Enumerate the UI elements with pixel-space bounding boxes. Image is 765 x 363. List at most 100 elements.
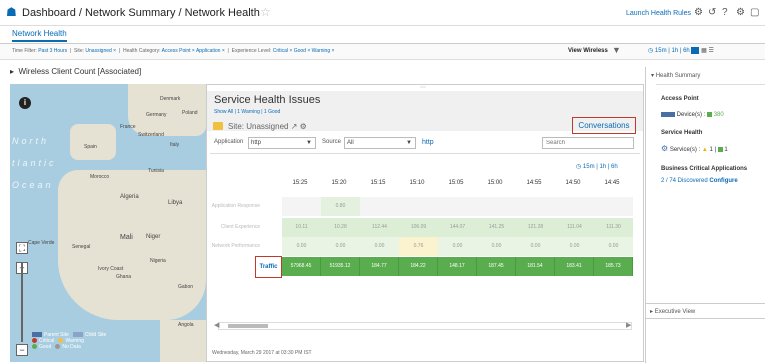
application-select[interactable]: http ▼ bbox=[248, 137, 316, 149]
health-cell[interactable] bbox=[282, 197, 321, 216]
traffic-cell[interactable]: 148.17 bbox=[438, 257, 477, 276]
health-cell[interactable]: 10.28 bbox=[321, 218, 360, 237]
experience-good[interactable]: Good × bbox=[294, 48, 311, 54]
traffic-cell[interactable]: 51935.12 bbox=[321, 257, 360, 276]
services-gear-icon: ⚙ bbox=[661, 144, 669, 153]
time-range-selector[interactable]: ◷ 15m | 1h | 6h bbox=[576, 163, 618, 170]
time-range-options[interactable]: 15m | 1h | 6h bbox=[583, 164, 618, 170]
health-cell[interactable] bbox=[438, 197, 477, 216]
clock-icon: ◷ bbox=[648, 48, 654, 55]
gear-icon[interactable]: ⚙ bbox=[694, 7, 703, 18]
help-icon[interactable]: ? bbox=[722, 7, 728, 18]
health-cell[interactable]: 111.04 bbox=[555, 218, 594, 237]
zoom-out-button[interactable]: − bbox=[16, 344, 28, 356]
time-range-6h[interactable]: 6h bbox=[683, 48, 690, 54]
health-cell[interactable] bbox=[399, 197, 438, 216]
traffic-cell[interactable]: 184.22 bbox=[399, 257, 438, 276]
configure-link[interactable]: Configure bbox=[709, 178, 737, 184]
health-cell[interactable]: 10.11 bbox=[282, 218, 321, 237]
health-cell[interactable]: 0.00 bbox=[360, 237, 399, 256]
executive-view-toggle[interactable]: ▸ Executive View bbox=[650, 308, 695, 315]
health-cell[interactable] bbox=[516, 197, 555, 216]
site-filter-value[interactable]: Unassigned × bbox=[85, 48, 116, 54]
view-wireless-button[interactable]: View Wireless bbox=[568, 48, 608, 54]
external-link-icon[interactable]: ↗ bbox=[291, 122, 298, 131]
time-range-1h[interactable]: 1h bbox=[672, 48, 679, 54]
child-site-swatch bbox=[72, 332, 83, 338]
health-cell[interactable] bbox=[555, 197, 594, 216]
experience-critical[interactable]: Critical × bbox=[273, 48, 293, 54]
scroll-right-icon[interactable]: ▶ bbox=[626, 321, 631, 329]
health-cell[interactable]: 0.80 bbox=[321, 197, 360, 216]
health-cell[interactable]: 141.25 bbox=[477, 218, 516, 237]
scroll-left-icon[interactable]: ◀ bbox=[214, 321, 219, 329]
source-select[interactable]: All ▼ bbox=[344, 137, 416, 149]
calendar-icon[interactable] bbox=[691, 47, 700, 54]
health-cell[interactable]: 0.76 bbox=[399, 237, 438, 256]
health-cell[interactable] bbox=[477, 197, 516, 216]
wireless-client-count-toggle[interactable]: ▸ Wireless Client Count [Associated] bbox=[10, 67, 141, 76]
traffic-cell[interactable]: 183.41 bbox=[555, 257, 594, 276]
window-icon[interactable]: ▢ bbox=[750, 7, 759, 18]
health-cell[interactable] bbox=[360, 197, 399, 216]
health-cell[interactable] bbox=[594, 197, 633, 216]
health-cell[interactable]: 121.28 bbox=[516, 218, 555, 237]
refresh-icon[interactable]: ↺ bbox=[708, 7, 716, 18]
warning-swatch bbox=[58, 338, 64, 344]
horizontal-scrollbar[interactable] bbox=[218, 322, 632, 330]
launch-health-rules-link[interactable]: Launch Health Rules bbox=[626, 10, 691, 17]
zoom-slider[interactable] bbox=[21, 262, 23, 342]
health-cell[interactable]: 0.00 bbox=[321, 237, 360, 256]
filter-icon[interactable]: ▼ bbox=[612, 45, 621, 55]
list-view-icon[interactable]: ☰ bbox=[708, 48, 713, 54]
favorite-star-icon[interactable]: ☆ bbox=[260, 5, 271, 19]
http-link[interactable]: http bbox=[422, 139, 434, 146]
health-cell[interactable]: 0.00 bbox=[438, 237, 477, 256]
experience-warning[interactable]: Warning × bbox=[312, 48, 335, 54]
ocean-label: Ocean bbox=[12, 180, 54, 190]
health-cell[interactable]: 0.00 bbox=[477, 237, 516, 256]
access-point-icon bbox=[661, 112, 675, 117]
traffic-cell[interactable]: 187.45 bbox=[477, 257, 516, 276]
health-cell[interactable]: 0.00 bbox=[282, 237, 321, 256]
legend-no-data: No Data bbox=[62, 344, 81, 350]
grid-view-icon[interactable]: ▦ bbox=[701, 48, 707, 54]
scrollbar-thumb[interactable] bbox=[228, 324, 268, 328]
service-counts[interactable]: ⚙ Service(s) : ▲ 1 | 1 bbox=[661, 144, 728, 153]
health-cell[interactable]: 0.00 bbox=[516, 237, 555, 256]
gear-icon[interactable]: ⚙ bbox=[300, 122, 307, 131]
issue-count-filter[interactable]: Show All | 1 Warning | 1 Good bbox=[214, 109, 280, 115]
traffic-cell[interactable]: 185.73 bbox=[594, 257, 633, 276]
time-filter-value[interactable]: Past 3 Hours bbox=[38, 48, 67, 54]
traffic-cell[interactable]: 181.54 bbox=[516, 257, 555, 276]
health-cell[interactable]: 0.00 bbox=[594, 237, 633, 256]
time-range-15m[interactable]: 15m bbox=[655, 48, 667, 54]
health-cell[interactable]: 144.07 bbox=[438, 218, 477, 237]
health-category-ap[interactable]: Access Point × bbox=[162, 48, 195, 54]
health-summary-toggle[interactable]: ▾ Health Summary bbox=[651, 72, 700, 79]
breadcrumb[interactable]: Dashboard / Network Summary / Network He… bbox=[22, 7, 260, 19]
divider bbox=[646, 303, 765, 304]
settings-icon[interactable]: ⚙ bbox=[736, 7, 745, 18]
traffic-cell[interactable]: 57968.45 bbox=[282, 257, 321, 276]
health-category-label: Health Category: bbox=[122, 48, 161, 54]
access-point-devices[interactable]: Device(s) : 380 bbox=[661, 112, 724, 118]
fullscreen-icon[interactable]: ⛶ bbox=[16, 242, 28, 254]
drag-handle[interactable]: ⋯ bbox=[420, 84, 427, 91]
home-icon[interactable]: ☗ bbox=[6, 6, 18, 18]
tab-network-health[interactable]: Network Health bbox=[12, 29, 67, 42]
search-input[interactable] bbox=[542, 137, 634, 149]
health-cell[interactable]: 112.44 bbox=[360, 218, 399, 237]
traffic-row-label[interactable]: Traffic bbox=[255, 256, 282, 278]
health-category-app[interactable]: Application × bbox=[196, 48, 225, 54]
health-cell[interactable]: 106.09 bbox=[399, 218, 438, 237]
divider bbox=[656, 84, 765, 85]
info-icon[interactable]: i bbox=[19, 97, 31, 109]
site-map[interactable]: North tlantic Ocean Denmark Germany Pola… bbox=[10, 84, 206, 362]
conversations-button[interactable]: Conversations bbox=[572, 117, 636, 134]
health-cell[interactable]: 0.00 bbox=[555, 237, 594, 256]
health-cell[interactable]: 111.30 bbox=[594, 218, 633, 237]
site-selector[interactable]: Site: Unassigned ↗ ⚙ bbox=[228, 122, 307, 131]
map-place-label: Niger bbox=[146, 234, 161, 240]
traffic-cell[interactable]: 184.77 bbox=[360, 257, 399, 276]
